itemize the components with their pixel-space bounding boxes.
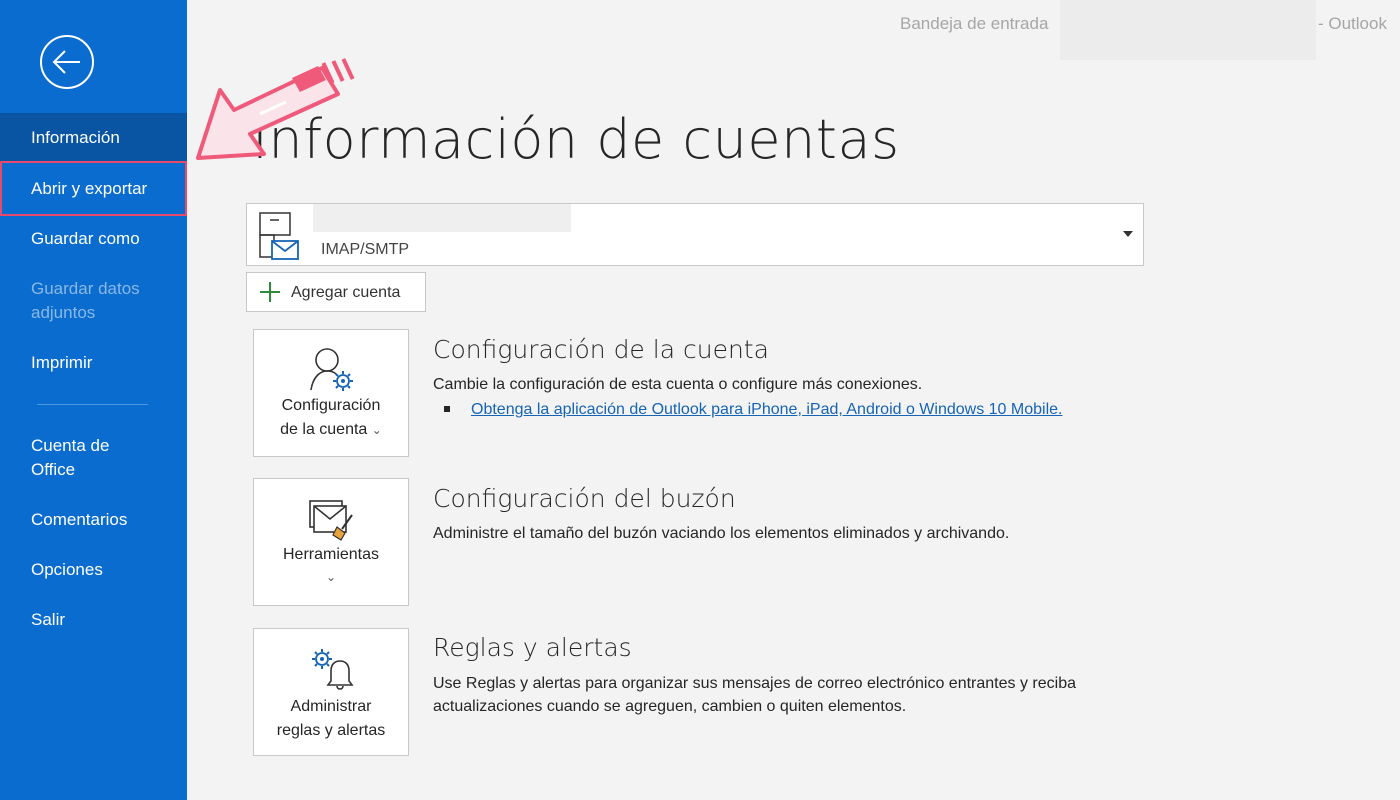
nav-opciones[interactable]: Opciones — [0, 558, 187, 582]
nav-salir-label: Salir — [31, 610, 66, 629]
account-selector[interactable]: IMAP/SMTP — [246, 203, 1144, 266]
manage-rules-button[interactable]: Administrar reglas y alertas — [253, 628, 409, 756]
arrow-left-circle-icon — [40, 35, 94, 89]
window-title: Bandeja de entrada — [900, 14, 1049, 33]
nav-guardar-como[interactable]: Guardar como — [0, 227, 187, 251]
nav-guardar-adjuntos-label: Guardar datos adjuntos — [31, 279, 140, 322]
manage-rules-label-1: Administrar — [290, 698, 372, 715]
outlook-mobile-link[interactable]: Obtenga la aplicación de Outlook para iP… — [471, 401, 1062, 419]
nav-abrir-exportar-label: Abrir y exportar — [31, 179, 148, 198]
account-settings-description: Cambie la configuración de esta cuenta o… — [433, 376, 923, 393]
account-type: IMAP/SMTP — [321, 241, 410, 258]
tools-chevron-row: ⌄ — [254, 565, 408, 589]
nav-guardar-como-label: Guardar como — [31, 229, 140, 248]
account-settings-label-2-row: de la cuenta ⌄ — [254, 418, 408, 442]
mailbox-settings-title: Configuración del buzón — [433, 484, 736, 513]
rules-alerts-icon — [312, 649, 354, 690]
tools-label: Herramientas — [282, 546, 380, 563]
account-settings-label-1: Configuración — [281, 397, 381, 414]
rules-alerts-title: Reglas y alertas — [433, 633, 632, 662]
nav-guardar-adjuntos: Guardar datos adjuntos — [0, 277, 160, 325]
bullet-icon — [444, 406, 450, 412]
nav-comentarios-label: Comentarios — [31, 510, 128, 529]
add-account-button[interactable]: Agregar cuenta — [246, 272, 426, 312]
backstage-sidebar: Información Abrir y exportar Guardar com… — [0, 0, 187, 800]
manage-rules-label-2: reglas y alertas — [276, 722, 386, 739]
chevron-down-icon: ⌄ — [325, 570, 337, 584]
tools-button[interactable]: Herramientas ⌄ — [253, 478, 409, 606]
nav-informacion-label: Información — [31, 128, 120, 147]
back-button[interactable] — [39, 34, 95, 90]
account-settings-label-2: de la cuenta — [280, 421, 368, 438]
nav-divider — [37, 404, 148, 405]
account-email-redacted — [313, 204, 571, 232]
nav-opciones-label: Opciones — [31, 560, 103, 579]
plus-icon — [260, 282, 280, 302]
add-account-label: Agregar cuenta — [291, 284, 401, 301]
mailbox-cleanup-icon — [309, 500, 353, 541]
nav-salir[interactable]: Salir — [0, 608, 187, 632]
chevron-down-icon: ⌄ — [371, 423, 382, 437]
nav-comentarios[interactable]: Comentarios — [0, 508, 187, 532]
rules-alerts-description-1: Use Reglas y alertas para organizar sus … — [433, 675, 1076, 692]
account-settings-icon — [310, 348, 353, 391]
mailbox-settings-description: Administre el tamaño del buzón vaciando … — [433, 525, 1010, 542]
nav-cuenta-office[interactable]: Cuenta de Office — [0, 434, 120, 482]
chevron-down-icon — [1123, 231, 1133, 237]
nav-imprimir-label: Imprimir — [31, 353, 93, 372]
rules-alerts-description-2: actualizaciones cuando se agreguen, camb… — [433, 698, 907, 715]
nav-abrir-exportar[interactable]: Abrir y exportar — [0, 161, 187, 216]
account-settings-button[interactable]: Configuración de la cuenta ⌄ — [253, 329, 409, 457]
redacted-area — [1060, 0, 1316, 60]
nav-informacion[interactable]: Información — [0, 113, 187, 163]
app-name: - Outlook — [1318, 14, 1387, 33]
account-settings-title: Configuración de la cuenta — [433, 335, 769, 364]
annotation-arrow-icon — [196, 58, 355, 160]
mailbox-icon — [257, 210, 303, 265]
nav-cuenta-office-label: Cuenta de Office — [31, 436, 110, 479]
nav-imprimir[interactable]: Imprimir — [0, 351, 187, 375]
